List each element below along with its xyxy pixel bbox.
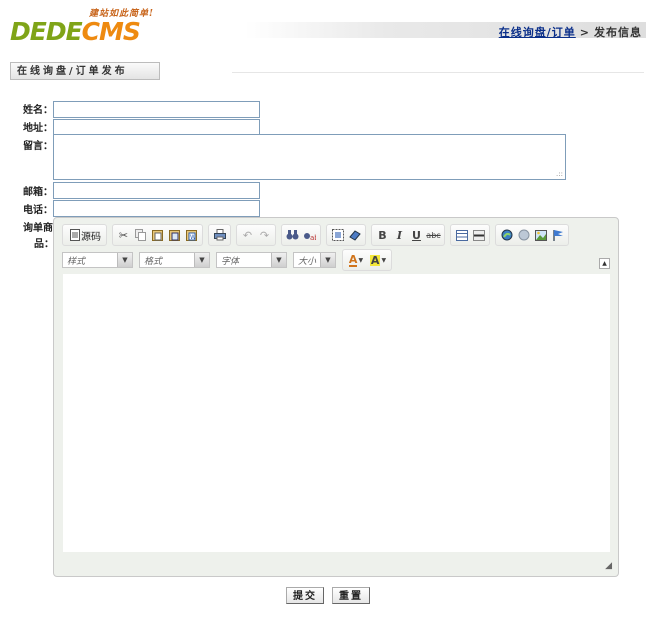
bold-button[interactable]: B — [374, 227, 391, 244]
message-textarea[interactable]: .:: — [53, 134, 566, 180]
font-dropdown[interactable]: 字体 ▼ — [216, 252, 287, 268]
bg-color-button[interactable]: A ▼ — [367, 252, 389, 269]
paste-icon[interactable] — [149, 227, 166, 244]
toolbar-collapse-button[interactable]: ▲ — [599, 258, 610, 269]
editor-content-area[interactable] — [63, 274, 610, 552]
textarea-resize-grip[interactable]: .:: — [556, 170, 563, 178]
chevron-down-icon: ▼ — [271, 253, 286, 267]
print-icon[interactable] — [211, 227, 228, 244]
logo-dede: DEDE — [10, 17, 83, 46]
paste-text-icon[interactable] — [166, 227, 183, 244]
unlink-icon[interactable] — [515, 227, 532, 244]
table-icon[interactable] — [453, 227, 470, 244]
cut-icon[interactable]: ✂ — [115, 227, 132, 244]
toolbar-group-colors: A ▼ A ▼ — [342, 249, 392, 271]
toolbar-group-media — [495, 224, 569, 246]
breadcrumb-link-inquiry[interactable]: 在线询盘/订单 — [499, 26, 576, 39]
chevron-down-icon: ▼ — [117, 253, 132, 267]
source-label: 源码 — [81, 231, 101, 243]
style-dropdown[interactable]: 样式 ▼ — [62, 252, 133, 268]
font-dropdown-label: 字体 — [221, 256, 240, 267]
breadcrumb: 在线询盘/订单 > 发布信息 — [499, 24, 642, 40]
eraser-icon[interactable] — [346, 227, 363, 244]
toolbar-group-find: ab — [281, 224, 321, 246]
chevron-down-icon: ▼ — [320, 253, 335, 267]
logo-cms: CMS — [81, 17, 141, 46]
image-icon[interactable] — [532, 227, 549, 244]
product-editor: 源码 ✂ W ↶ ↷ ab B I U abc — [53, 217, 619, 577]
toolbar-group-print — [208, 224, 231, 246]
logo: 建站如此简单! DEDECMS — [10, 6, 182, 48]
find-icon[interactable] — [284, 227, 301, 244]
breadcrumb-bar: 在线询盘/订单 > 发布信息 — [245, 22, 646, 40]
submit-button[interactable]: 提交 — [286, 587, 324, 604]
chevron-down-icon: ▼ — [381, 256, 387, 264]
format-dropdown[interactable]: 格式 ▼ — [139, 252, 210, 268]
editor-toolbar-row2: 样式 ▼ 格式 ▼ 字体 ▼ 大小 ▼ A ▼ A ▼ — [62, 249, 397, 271]
horizontal-rule-icon[interactable] — [470, 227, 487, 244]
chevron-down-icon: ▼ — [194, 253, 209, 267]
flag-icon[interactable] — [549, 227, 566, 244]
address-label: 地址： — [23, 123, 53, 134]
link-icon[interactable] — [498, 227, 515, 244]
italic-button[interactable]: I — [391, 227, 408, 244]
product-label-line1: 询单商 — [23, 223, 53, 234]
tab-inquiry-publish[interactable]: 在线询盘/订单发布 — [10, 62, 160, 80]
email-field[interactable] — [53, 182, 260, 199]
toolbar-group-format: B I U abc — [371, 224, 445, 246]
redo-icon[interactable]: ↷ — [256, 227, 273, 244]
phone-field[interactable] — [53, 200, 260, 217]
editor-toolbar-row1: 源码 ✂ W ↶ ↷ ab B I U abc — [62, 224, 574, 246]
document-icon — [68, 227, 81, 244]
toolbar-group-select — [326, 224, 366, 246]
format-dropdown-label: 格式 — [144, 256, 163, 267]
copy-icon[interactable] — [132, 227, 149, 244]
tab-divider — [232, 72, 644, 73]
select-all-icon[interactable] — [329, 227, 346, 244]
toolbar-group-source: 源码 — [62, 224, 107, 246]
reset-button[interactable]: 重置 — [332, 587, 370, 604]
paste-word-icon[interactable]: W — [183, 227, 200, 244]
underline-button[interactable]: U — [408, 227, 425, 244]
style-dropdown-label: 样式 — [67, 256, 86, 267]
name-field[interactable] — [53, 101, 260, 118]
strike-button[interactable]: abc — [425, 227, 442, 244]
email-label: 邮箱： — [23, 187, 53, 198]
editor-resize-handle[interactable]: ◢ — [605, 561, 612, 571]
text-color-button[interactable]: A ▼ — [345, 252, 367, 269]
message-label: 留言： — [23, 141, 53, 152]
svg-text:ab: ab — [310, 234, 316, 241]
logo-wordmark: DEDECMS — [10, 17, 141, 46]
phone-label: 电话： — [23, 205, 53, 216]
size-dropdown-label: 大小 — [298, 256, 317, 267]
svg-text:W: W — [190, 234, 196, 241]
breadcrumb-separator: > — [579, 26, 590, 39]
toolbar-group-clipboard: ✂ W — [112, 224, 203, 246]
toolbar-group-insert — [450, 224, 490, 246]
breadcrumb-current: 发布信息 — [594, 26, 642, 39]
toolbar-group-history: ↶ ↷ — [236, 224, 276, 246]
text-color-label: A — [348, 252, 358, 267]
name-label: 姓名： — [23, 105, 53, 116]
undo-icon[interactable]: ↶ — [239, 227, 256, 244]
source-button[interactable]: 源码 — [65, 227, 104, 244]
size-dropdown[interactable]: 大小 ▼ — [293, 252, 336, 268]
replace-icon[interactable]: ab — [301, 227, 318, 244]
chevron-down-icon: ▼ — [358, 256, 364, 264]
product-label-line2: 品： — [34, 239, 54, 250]
bg-color-label: A — [369, 253, 381, 267]
